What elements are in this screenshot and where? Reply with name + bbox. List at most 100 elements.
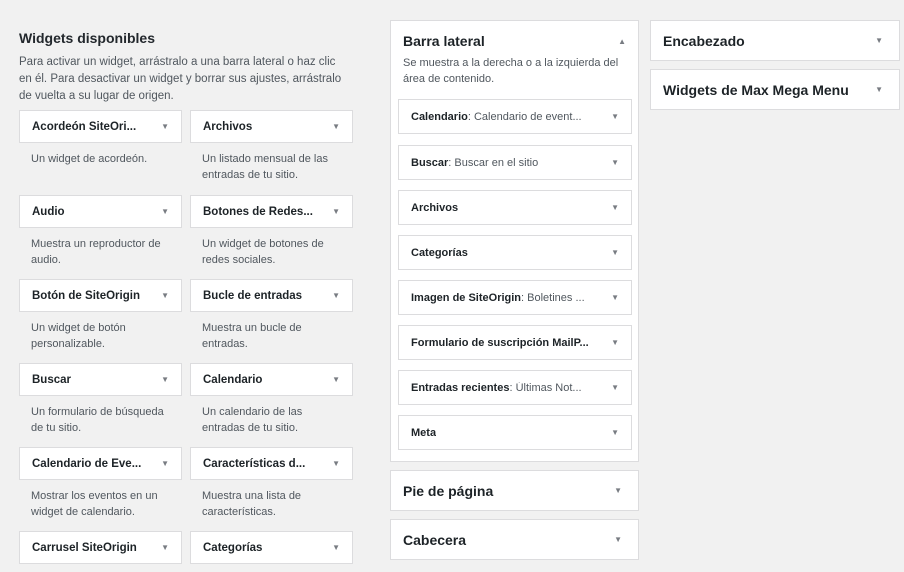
available-widget[interactable]: Características d... ▼ Muestra una lista d… xyxy=(190,447,353,520)
available-widget[interactable]: Botones de Redes... ▼ Un widget de botones… xyxy=(190,195,353,268)
available-widget[interactable]: Buscar ▼ Un formulario de búsqueda de tu s… xyxy=(19,363,182,436)
chevron-down-icon[interactable]: ▼ xyxy=(332,207,340,216)
chevron-down-icon[interactable]: ▼ xyxy=(611,112,619,121)
sidebar-area: Barra lateral ▲ Se muestra a la derecha … xyxy=(390,20,639,462)
sidebar-widget[interactable]: Meta ▼ xyxy=(398,415,632,450)
widget-name: Características d... xyxy=(203,457,306,470)
sidebar-widget-label: Calendario: Calendario de event... xyxy=(411,111,582,123)
sidebar-widget[interactable]: Calendario: Calendario de event... ▼ xyxy=(398,99,632,134)
chevron-down-icon[interactable]: ▼ xyxy=(611,338,619,347)
sidebar-widget-title: Últimas Not... xyxy=(515,381,582,394)
chevron-down-icon[interactable]: ▼ xyxy=(614,486,622,495)
widget-name: Archivos xyxy=(203,120,253,133)
sidebar-widget-type: Entradas recientes xyxy=(411,381,510,394)
available-widget[interactable]: Calendario de Eve... ▼ Mostrar los eventos… xyxy=(19,447,182,520)
available-widgets-title: Widgets disponibles xyxy=(19,30,155,46)
chevron-down-icon[interactable]: ▼ xyxy=(332,291,340,300)
sidebar-widget[interactable]: Archivos ▼ xyxy=(398,190,632,225)
footer-area-title: Pie de página xyxy=(403,482,494,499)
widget-description: Un calendario de las entradas de tu siti… xyxy=(202,406,303,434)
sidebar-widget-label: Buscar: Buscar en el sitio xyxy=(411,157,538,169)
chevron-down-icon[interactable]: ▼ xyxy=(611,293,619,302)
available-widget[interactable]: Botón de SiteOrigin ▼ Un widget de botón p… xyxy=(19,279,182,352)
sidebar-area-header[interactable]: Barra lateral ▲ xyxy=(403,33,626,49)
sidebar-widget[interactable]: Categorías ▼ xyxy=(398,235,632,270)
available-widget[interactable]: Categorías ▼ xyxy=(190,531,353,572)
sidebar-widget[interactable]: Entradas recientes: Últimas Not... ▼ xyxy=(398,370,632,405)
sidebar-widget[interactable]: Buscar: Buscar en el sitio ▼ xyxy=(398,145,632,180)
max-mega-menu-area[interactable]: Widgets de Max Mega Menu ▼ xyxy=(650,69,900,110)
widget-title-bar[interactable]: Botones de Redes... ▼ xyxy=(190,195,353,228)
sidebar-widget-title: Buscar en el sitio xyxy=(454,156,539,169)
sidebar-widget-label: Entradas recientes: Últimas Not... xyxy=(411,382,582,394)
chevron-down-icon[interactable]: ▼ xyxy=(332,122,340,131)
chevron-down-icon[interactable]: ▼ xyxy=(161,459,169,468)
sidebar-widget-type: Formulario de suscripción MailP... xyxy=(411,336,589,349)
widget-title-bar[interactable]: Carrusel SiteOrigin ▼ xyxy=(19,531,182,564)
widget-title-bar[interactable]: Botón de SiteOrigin ▼ xyxy=(19,279,182,312)
sidebar-widget-title: Calendario de event... xyxy=(473,110,582,123)
widget-name: Calendario de Eve... xyxy=(32,457,142,470)
chevron-down-icon[interactable]: ▼ xyxy=(332,459,340,468)
available-widget[interactable]: Acordeón SiteOri... ▼ Un widget de acordeó… xyxy=(19,110,182,167)
available-widget[interactable]: Calendario ▼ Un calendario de las entradas… xyxy=(190,363,353,436)
encabezado-area[interactable]: Encabezado ▼ xyxy=(650,20,900,61)
max-mega-menu-area-title: Widgets de Max Mega Menu xyxy=(663,81,849,98)
chevron-down-icon[interactable]: ▼ xyxy=(611,428,619,437)
widget-title-bar[interactable]: Buscar ▼ xyxy=(19,363,182,396)
chevron-down-icon[interactable]: ▼ xyxy=(161,122,169,131)
sidebar-widget[interactable]: Imagen de SiteOrigin: Boletines ... ▼ xyxy=(398,280,632,315)
widget-description: Un widget de botones de redes sociales. xyxy=(202,238,324,266)
available-widget[interactable]: Audio ▼ Muestra un reproductor de audio. xyxy=(19,195,182,268)
widget-title-bar[interactable]: Archivos ▼ xyxy=(190,110,353,143)
cabecera-area[interactable]: Cabecera ▼ xyxy=(390,519,639,560)
widget-description xyxy=(19,564,182,572)
widget-name: Carrusel SiteOrigin xyxy=(32,541,137,554)
sidebar-widget-title: Boletines ... xyxy=(527,291,585,304)
chevron-down-icon[interactable]: ▼ xyxy=(614,535,622,544)
widget-title-bar[interactable]: Bucle de entradas ▼ xyxy=(190,279,353,312)
chevron-down-icon[interactable]: ▼ xyxy=(161,543,169,552)
sidebar-widget-label: Formulario de suscripción MailP... xyxy=(411,337,589,349)
widget-title-bar[interactable]: Características d... ▼ xyxy=(190,447,353,480)
widget-title-bar[interactable]: Calendario ▼ xyxy=(190,363,353,396)
sidebar-widget-label: Meta xyxy=(411,427,436,439)
widget-description: Muestra un reproductor de audio. xyxy=(31,238,161,266)
chevron-down-icon[interactable]: ▼ xyxy=(875,85,883,94)
widget-description: Mostrar los eventos en un widget de cale… xyxy=(31,490,158,518)
widget-title-bar[interactable]: Audio ▼ xyxy=(19,195,182,228)
available-widget[interactable]: Carrusel SiteOrigin ▼ xyxy=(19,531,182,572)
chevron-down-icon[interactable]: ▼ xyxy=(161,207,169,216)
widget-title-bar[interactable]: Acordeón SiteOri... ▼ xyxy=(19,110,182,143)
chevron-down-icon[interactable]: ▼ xyxy=(611,383,619,392)
available-widget[interactable]: Bucle de entradas ▼ Muestra un bucle de en… xyxy=(190,279,353,352)
sidebar-widget-type: Imagen de SiteOrigin xyxy=(411,291,522,304)
widget-description: Un widget de botón personalizable. xyxy=(31,322,126,350)
widget-description xyxy=(190,564,353,572)
chevron-down-icon[interactable]: ▼ xyxy=(161,375,169,384)
widget-name: Bucle de entradas xyxy=(203,289,303,302)
chevron-down-icon[interactable]: ▼ xyxy=(611,158,619,167)
chevron-down-icon[interactable]: ▼ xyxy=(611,203,619,212)
widget-name: Botones de Redes... xyxy=(203,205,313,218)
widget-name: Botón de SiteOrigin xyxy=(32,289,140,302)
sidebar-widget-type: Meta xyxy=(411,426,437,439)
chevron-down-icon[interactable]: ▼ xyxy=(332,543,340,552)
chevron-down-icon[interactable]: ▼ xyxy=(611,248,619,257)
chevron-up-icon[interactable]: ▲ xyxy=(618,37,626,46)
sidebar-widget[interactable]: Formulario de suscripción MailP... ▼ xyxy=(398,325,632,360)
cabecera-area-title: Cabecera xyxy=(403,531,467,548)
available-widget[interactable]: Archivos ▼ Un listado mensual de las entra… xyxy=(190,110,353,183)
sidebar-area-title: Barra lateral xyxy=(403,33,485,49)
chevron-down-icon[interactable]: ▼ xyxy=(332,375,340,384)
chevron-down-icon[interactable]: ▼ xyxy=(875,36,883,45)
chevron-down-icon[interactable]: ▼ xyxy=(161,291,169,300)
widget-description: Muestra un bucle de entradas. xyxy=(202,322,302,350)
widget-title-bar[interactable]: Categorías ▼ xyxy=(190,531,353,564)
widget-description: Un listado mensual de las entradas de tu… xyxy=(202,153,328,181)
sidebar-widget-type: Buscar xyxy=(411,156,449,169)
sidebar-area-description: Se muestra a la derecha o a la izquierda… xyxy=(403,57,619,85)
footer-area[interactable]: Pie de página ▼ xyxy=(390,470,639,511)
widget-title-bar[interactable]: Calendario de Eve... ▼ xyxy=(19,447,182,480)
sidebar-widget-label: Archivos xyxy=(411,202,458,214)
